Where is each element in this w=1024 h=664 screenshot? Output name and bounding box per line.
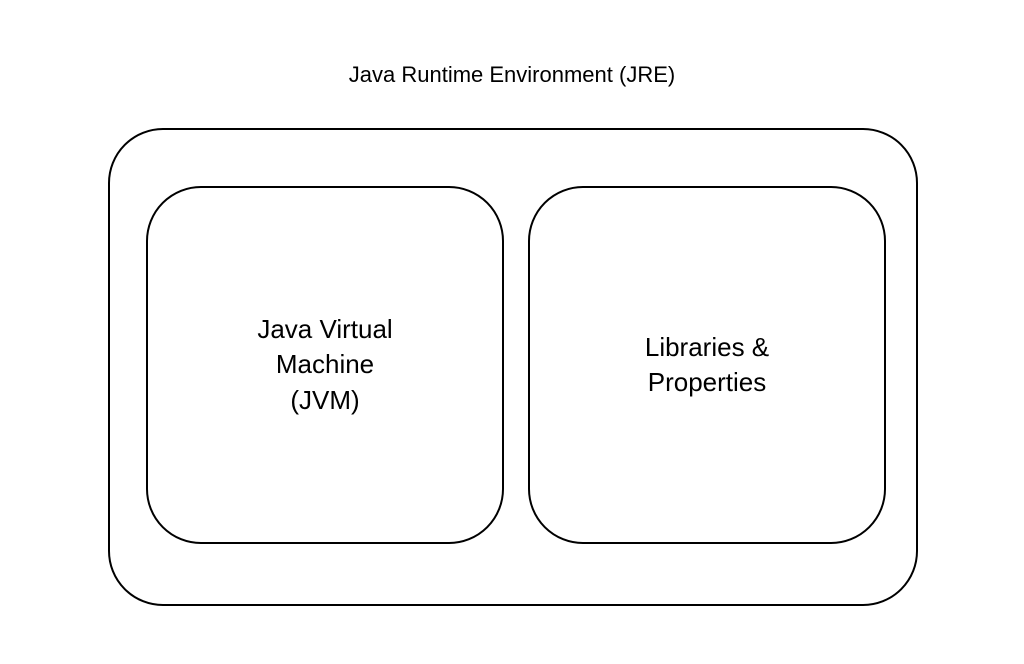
jvm-label: Java VirtualMachine(JVM) xyxy=(257,312,392,417)
libraries-box: Libraries &Properties xyxy=(528,186,886,544)
jre-container-box: Java VirtualMachine(JVM) Libraries &Prop… xyxy=(108,128,918,606)
diagram-title: Java Runtime Environment (JRE) xyxy=(0,62,1024,88)
libraries-label: Libraries &Properties xyxy=(645,330,769,400)
jvm-box: Java VirtualMachine(JVM) xyxy=(146,186,504,544)
